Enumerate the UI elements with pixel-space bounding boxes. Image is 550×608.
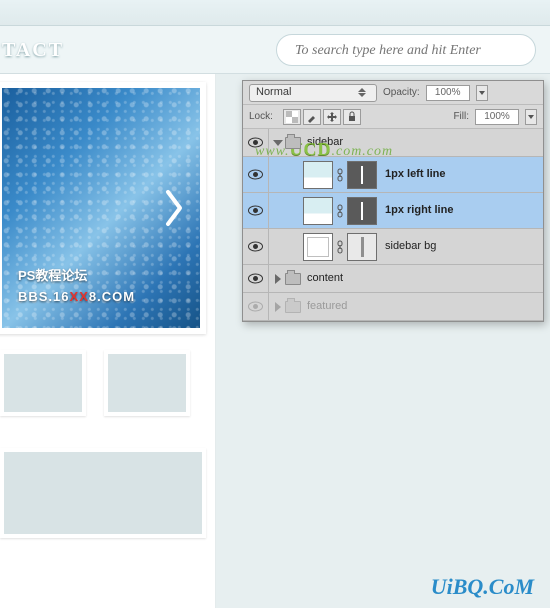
thumbnail-row bbox=[0, 350, 215, 416]
blend-mode-select[interactable]: Normal bbox=[249, 84, 377, 102]
column-gap bbox=[216, 74, 244, 608]
lock-label: Lock: bbox=[249, 112, 273, 122]
visibility-toggle[interactable] bbox=[243, 129, 269, 156]
layer-thumbnail[interactable] bbox=[303, 233, 333, 261]
image-slider: PS教程论坛 BBS.16XX8.COM bbox=[0, 82, 206, 334]
checker-icon bbox=[286, 111, 298, 123]
layers-panel: Normal Opacity: 100% Lock: Fill: bbox=[242, 80, 544, 322]
layer-thumbs bbox=[303, 197, 377, 225]
slide-caption: PS教程论坛 BBS.16XX8.COM bbox=[18, 266, 135, 308]
folder-icon bbox=[285, 301, 301, 313]
chevron-down-icon bbox=[528, 115, 534, 119]
layers-list: sidebar 1px left line bbox=[243, 129, 543, 321]
fill-dropdown[interactable] bbox=[525, 109, 537, 125]
layer-group-featured[interactable]: featured bbox=[243, 293, 543, 321]
search-wrap[interactable] bbox=[276, 34, 536, 66]
opacity-dropdown[interactable] bbox=[476, 85, 488, 101]
visibility-toggle[interactable] bbox=[243, 229, 269, 264]
disclosure-triangle-icon[interactable] bbox=[273, 140, 283, 146]
blend-opacity-row: Normal Opacity: 100% bbox=[243, 81, 543, 105]
fill-value-field[interactable]: 100% bbox=[475, 109, 519, 125]
brush-icon bbox=[306, 111, 318, 123]
folder-icon bbox=[285, 273, 301, 285]
layer-thumbs bbox=[303, 233, 377, 261]
chevron-down-icon bbox=[479, 91, 485, 95]
caption-line1: PS教程论坛 bbox=[18, 266, 135, 287]
eye-icon bbox=[248, 241, 263, 252]
left-column: PS教程论坛 BBS.16XX8.COM bbox=[0, 74, 216, 608]
link-icon bbox=[336, 168, 344, 182]
visibility-toggle[interactable] bbox=[243, 157, 269, 192]
brand-watermark: UiBQ.CoM bbox=[431, 574, 534, 600]
layer-name: 1px right line bbox=[385, 205, 453, 216]
eye-icon bbox=[248, 137, 263, 148]
caption-seg-b: XX bbox=[70, 289, 89, 304]
mask-thumbnail[interactable] bbox=[347, 197, 377, 225]
visibility-toggle[interactable] bbox=[243, 193, 269, 228]
slider-next-button[interactable] bbox=[164, 188, 186, 228]
lock-icons bbox=[283, 109, 361, 125]
layer-name: sidebar bbox=[307, 137, 343, 148]
slide-image: PS教程论坛 BBS.16XX8.COM bbox=[2, 88, 200, 328]
visibility-toggle[interactable] bbox=[243, 293, 269, 320]
layer-thumbnail[interactable] bbox=[303, 161, 333, 189]
eye-icon bbox=[248, 169, 263, 180]
layer-thumbnail[interactable] bbox=[303, 197, 333, 225]
link-icon bbox=[336, 204, 344, 218]
layer-thumbs bbox=[303, 161, 377, 189]
lock-icon bbox=[346, 111, 358, 123]
layer-sidebar-bg[interactable]: sidebar bg bbox=[243, 229, 543, 265]
eye-icon bbox=[248, 205, 263, 216]
layer-group-content[interactable]: content bbox=[243, 265, 543, 293]
nav-item-tact[interactable]: TACT bbox=[0, 40, 64, 60]
fill-label: Fill: bbox=[453, 112, 469, 122]
lock-fill-row: Lock: Fill: 100% bbox=[243, 105, 543, 129]
mask-thumbnail[interactable] bbox=[347, 233, 377, 261]
disclosure-triangle-icon[interactable] bbox=[275, 302, 281, 312]
search-input[interactable] bbox=[295, 43, 517, 59]
caption-seg-c: 8.COM bbox=[89, 289, 135, 304]
thumbnail[interactable] bbox=[0, 350, 86, 416]
layer-1px-left-line[interactable]: 1px left line bbox=[243, 157, 543, 193]
move-icon bbox=[326, 111, 338, 123]
folder-icon bbox=[285, 137, 301, 149]
eye-icon bbox=[248, 301, 263, 312]
layer-name: 1px left line bbox=[385, 169, 446, 180]
blend-stepper-icon bbox=[358, 85, 370, 101]
lock-pixels-button[interactable] bbox=[303, 109, 321, 125]
decorative-topbar bbox=[0, 0, 550, 26]
caption-seg-a: BBS.16 bbox=[18, 289, 70, 304]
opacity-label: Opacity: bbox=[383, 88, 420, 98]
layer-group-sidebar[interactable]: sidebar bbox=[243, 129, 543, 157]
large-thumbnail[interactable] bbox=[0, 448, 206, 538]
layer-name: sidebar bg bbox=[385, 241, 436, 252]
lock-position-button[interactable] bbox=[323, 109, 341, 125]
layer-name: featured bbox=[307, 301, 347, 312]
opacity-value-field[interactable]: 100% bbox=[426, 85, 470, 101]
layer-1px-right-line[interactable]: 1px right line bbox=[243, 193, 543, 229]
lock-transparency-button[interactable] bbox=[283, 109, 301, 125]
mask-thumbnail[interactable] bbox=[347, 161, 377, 189]
thumbnail[interactable] bbox=[104, 350, 190, 416]
chevron-right-icon bbox=[164, 188, 186, 228]
link-icon bbox=[336, 240, 344, 254]
layer-name: content bbox=[307, 273, 343, 284]
disclosure-triangle-icon[interactable] bbox=[275, 274, 281, 284]
right-column: Normal Opacity: 100% Lock: Fill: bbox=[244, 74, 550, 608]
lock-all-button[interactable] bbox=[343, 109, 361, 125]
blend-mode-value: Normal bbox=[256, 87, 291, 98]
eye-icon bbox=[248, 273, 263, 284]
visibility-toggle[interactable] bbox=[243, 265, 269, 292]
caption-line2: BBS.16XX8.COM bbox=[18, 287, 135, 308]
nav-row: TACT bbox=[0, 26, 550, 74]
